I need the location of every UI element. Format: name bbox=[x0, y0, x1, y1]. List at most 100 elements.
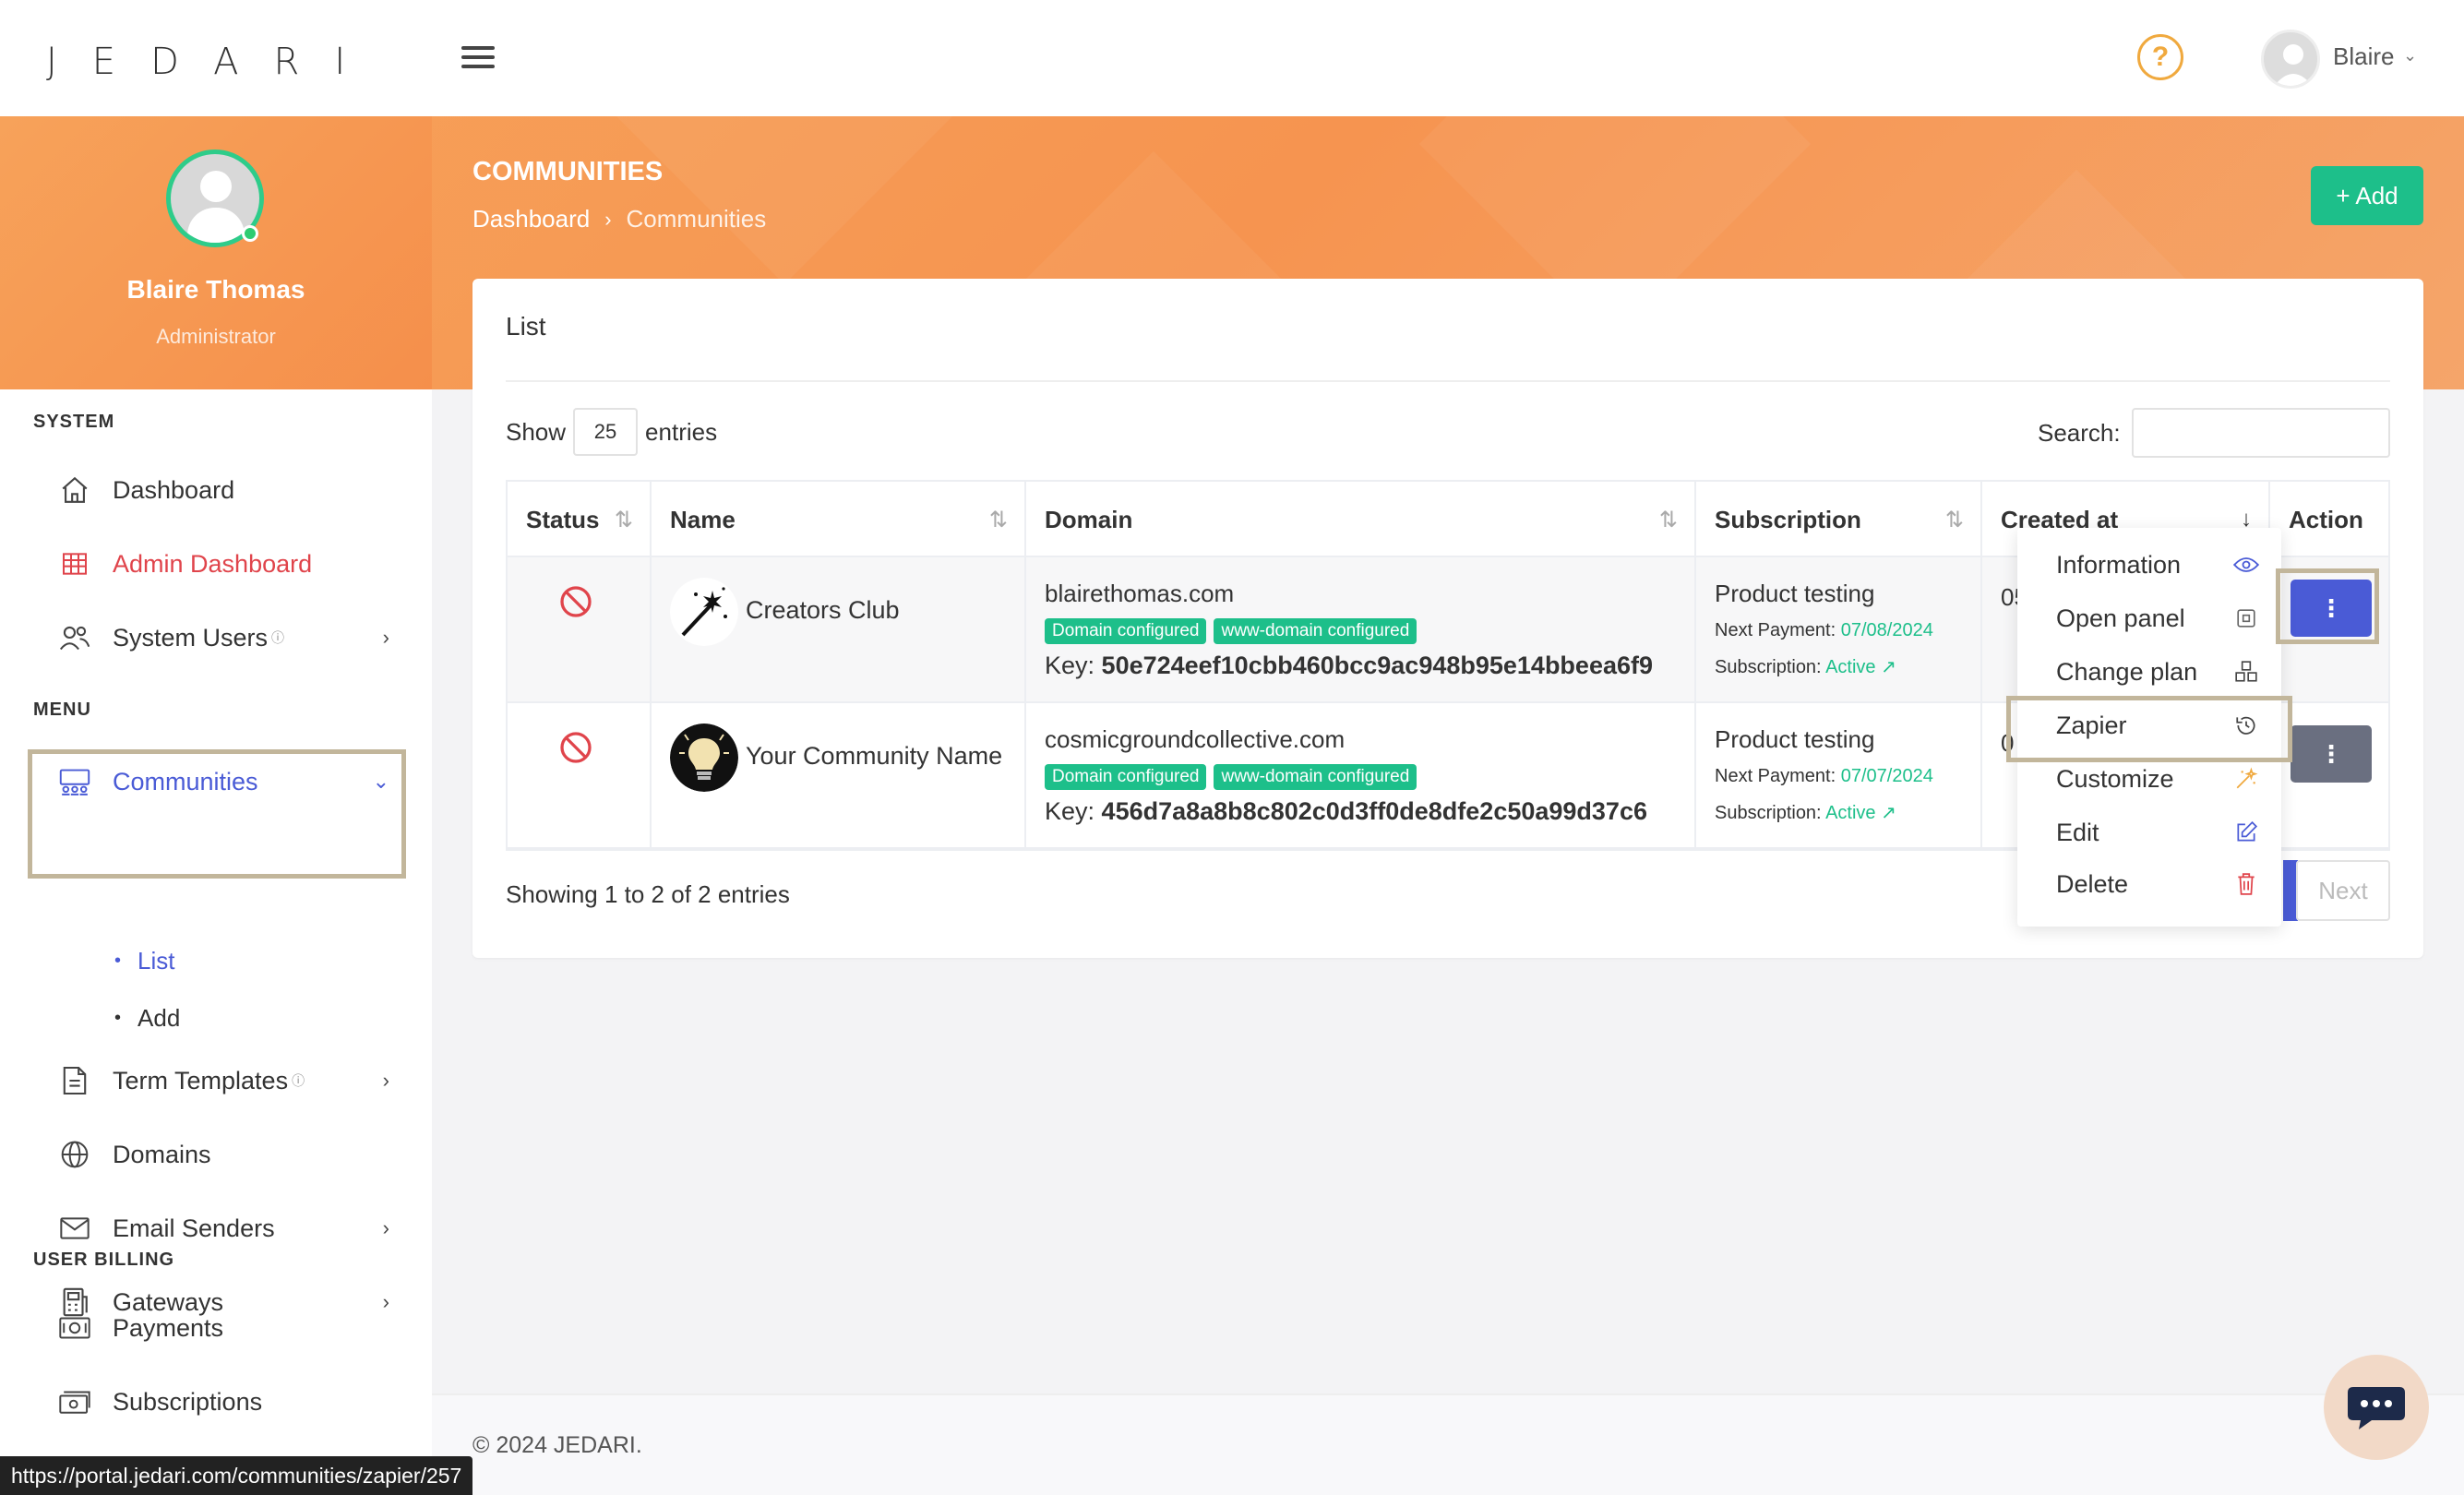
user-menu-name[interactable]: Blaire bbox=[2333, 42, 2394, 71]
community-icon bbox=[57, 764, 92, 799]
action-dropdown-menu: Information Open panel Change plan Zapie… bbox=[2017, 528, 2281, 927]
sort-icon: ⇅ bbox=[1944, 507, 1964, 532]
footer: © 2024 JEDARI. bbox=[432, 1393, 2464, 1495]
domain-configured-badge: Domain configured bbox=[1045, 618, 1207, 644]
ban-icon bbox=[560, 586, 592, 617]
menu-item-change-plan[interactable]: Change plan bbox=[2056, 653, 2259, 690]
copyright: © 2024 JEDARI. bbox=[472, 1432, 642, 1458]
subscription-status: Subscription: Active ↗ bbox=[1715, 803, 1896, 823]
next-payment: Next Payment: 07/07/2024 bbox=[1715, 766, 1933, 786]
sort-icon: ⇅ bbox=[988, 507, 1008, 532]
community-key: Key: 456d7a8a8b8c802c0d3ff0de8dfe2c50a99… bbox=[1045, 797, 1647, 825]
table-info: Showing 1 to 2 of 2 entries bbox=[506, 880, 790, 908]
sort-icon: ⇅ bbox=[614, 507, 633, 532]
breadcrumb-dashboard[interactable]: Dashboard bbox=[472, 205, 590, 233]
th-name[interactable]: Name ⇅ bbox=[652, 482, 1026, 557]
breadcrumb-communities: Communities bbox=[626, 205, 767, 233]
section-user-billing-label: USER BILLING bbox=[33, 1250, 175, 1270]
show-entries: Show 25 entries bbox=[506, 408, 717, 456]
profile-name: Blaire Thomas bbox=[126, 275, 305, 304]
external-link-icon: ↗ bbox=[1881, 803, 1896, 823]
magic-wand-logo bbox=[670, 578, 738, 646]
sidebar-subitem-list[interactable]: List bbox=[114, 947, 174, 975]
document-icon bbox=[57, 1063, 92, 1098]
chevron-right-icon: › bbox=[604, 207, 612, 231]
sidebar-item-system-users[interactable]: System Users ⓘ › bbox=[57, 615, 389, 661]
domain-name: cosmicgroundcollective.com bbox=[1045, 725, 1346, 753]
subscription-status: Subscription: Active ↗ bbox=[1715, 657, 1896, 677]
subscription-plan: Product testing bbox=[1715, 725, 1875, 753]
add-community-button[interactable]: + Add bbox=[2311, 166, 2423, 225]
menu-item-delete[interactable]: Delete bbox=[2056, 866, 2259, 903]
sidebar-subitem-add[interactable]: Add bbox=[114, 1004, 180, 1033]
cash-stack-icon bbox=[57, 1384, 92, 1419]
sidebar-item-subscriptions[interactable]: Subscriptions bbox=[57, 1379, 389, 1425]
ban-icon bbox=[560, 732, 592, 763]
chevron-down-icon[interactable]: ⌄ bbox=[2403, 46, 2417, 66]
created-at: 0 bbox=[2001, 729, 2015, 757]
community-name[interactable]: Your Community Name bbox=[746, 742, 1002, 771]
chevron-right-icon: › bbox=[382, 1069, 389, 1092]
menu-item-information[interactable]: Information bbox=[2056, 546, 2259, 583]
action-menu-button[interactable]: ⋮ bbox=[2291, 580, 2372, 637]
sidebar-profile: Blaire Thomas Administrator bbox=[0, 116, 432, 389]
sidebar: Blaire Thomas Administrator SYSTEM Dashb… bbox=[0, 116, 432, 1495]
chevron-down-icon: ⌄ bbox=[372, 770, 389, 793]
lightbulb-logo bbox=[670, 724, 738, 792]
users-icon bbox=[57, 620, 92, 655]
magic-wand-icon bbox=[2233, 766, 2259, 792]
profile-role: Administrator bbox=[156, 325, 276, 348]
www-domain-configured-badge: www-domain configured bbox=[1214, 764, 1417, 790]
info-icon: ⓘ bbox=[271, 630, 285, 645]
grid-icon bbox=[57, 546, 92, 581]
card-title: List bbox=[506, 312, 546, 341]
th-domain[interactable]: Domain ⇅ bbox=[1026, 482, 1696, 557]
sidebar-item-domains[interactable]: Domains bbox=[57, 1131, 389, 1178]
next-page-button[interactable]: Next bbox=[2296, 860, 2390, 921]
action-menu-button[interactable]: ⋮ bbox=[2291, 725, 2372, 783]
boxes-icon bbox=[2233, 659, 2259, 685]
search-label: Search: bbox=[2038, 419, 2121, 447]
sidebar-item-term-templates[interactable]: Term Templates ⓘ › bbox=[57, 1058, 389, 1104]
th-action: Action bbox=[2289, 505, 2363, 533]
entries-select[interactable]: 25 bbox=[573, 408, 639, 456]
chevron-right-icon: › bbox=[382, 626, 389, 649]
chat-icon bbox=[2348, 1387, 2405, 1429]
sidebar-item-dashboard[interactable]: Dashboard bbox=[57, 467, 389, 513]
top-navbar: JEDARI ? Blaire ⌄ bbox=[0, 0, 2464, 116]
external-link-icon: ↗ bbox=[1881, 657, 1896, 677]
menu-item-open-panel[interactable]: Open panel bbox=[2056, 600, 2259, 637]
community-key: Key: 50e724eef10cbb460bcc9ac948b95e14bbe… bbox=[1045, 652, 1654, 679]
panel-icon bbox=[2233, 605, 2259, 631]
edit-icon bbox=[2233, 819, 2259, 845]
user-avatar[interactable] bbox=[2261, 30, 2320, 89]
money-icon bbox=[57, 1310, 92, 1346]
th-status[interactable]: Status ⇅ bbox=[508, 482, 652, 557]
subscription-plan: Product testing bbox=[1715, 580, 1875, 607]
menu-toggle-icon[interactable] bbox=[461, 46, 495, 72]
sort-icon: ⇅ bbox=[1658, 507, 1678, 532]
menu-item-zapier[interactable]: Zapier bbox=[2056, 707, 2259, 744]
help-icon[interactable]: ? bbox=[2137, 34, 2183, 80]
trash-icon bbox=[2233, 871, 2259, 897]
sidebar-item-payments[interactable]: Payments bbox=[57, 1305, 389, 1351]
community-name[interactable]: Creators Club bbox=[746, 596, 900, 625]
envelope-icon bbox=[57, 1211, 92, 1246]
status-bar-url: https://portal.jedari.com/communities/za… bbox=[0, 1456, 473, 1495]
sidebar-item-email-senders[interactable]: Email Senders › bbox=[57, 1205, 389, 1251]
sidebar-item-admin-dashboard[interactable]: Admin Dashboard bbox=[57, 541, 389, 587]
menu-item-customize[interactable]: Customize bbox=[2056, 760, 2259, 797]
sidebar-item-communities[interactable]: Communities ⌄ bbox=[57, 759, 389, 805]
search-input[interactable] bbox=[2132, 408, 2390, 458]
domain-name: blairethomas.com bbox=[1045, 580, 1235, 607]
section-system: SYSTEM bbox=[33, 412, 115, 432]
th-subscription[interactable]: Subscription ⇅ bbox=[1696, 482, 1982, 557]
domain-configured-badge: Domain configured bbox=[1045, 764, 1207, 790]
chat-support-button[interactable] bbox=[2324, 1355, 2429, 1460]
www-domain-configured-badge: www-domain configured bbox=[1214, 618, 1417, 644]
jedari-logo[interactable]: JEDARI bbox=[46, 41, 380, 83]
home-icon bbox=[57, 472, 92, 508]
menu-item-edit[interactable]: Edit bbox=[2056, 814, 2259, 851]
globe-icon bbox=[57, 1137, 92, 1172]
online-status-dot bbox=[242, 225, 258, 242]
